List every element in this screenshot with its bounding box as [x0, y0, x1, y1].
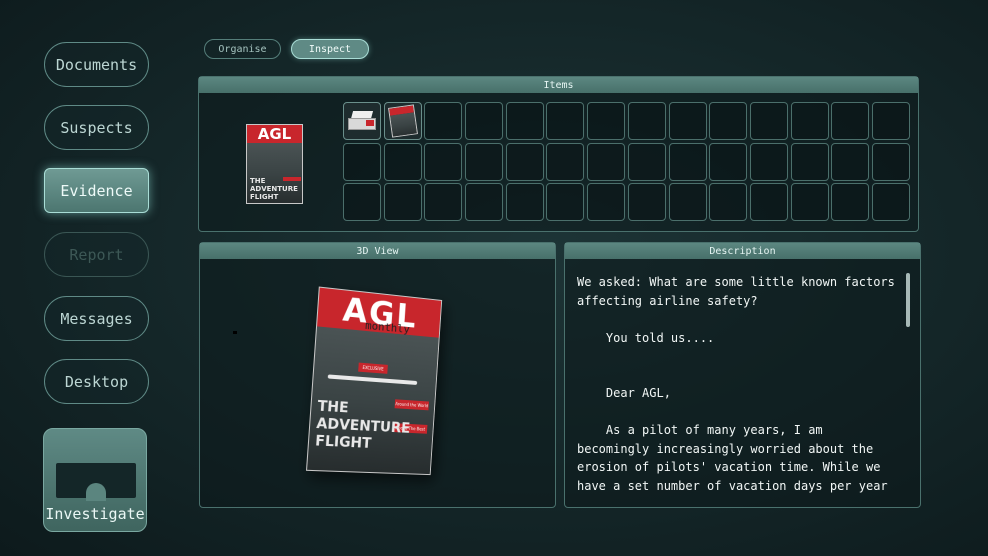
evidence-label: Evidence — [60, 182, 132, 200]
item-slot[interactable] — [343, 183, 381, 221]
item-slot[interactable] — [628, 143, 666, 181]
description-scrollbar[interactable] — [906, 273, 910, 327]
item-slot[interactable] — [546, 102, 584, 140]
magazine-headline-1: THE — [317, 398, 349, 416]
item-slot[interactable] — [791, 143, 829, 181]
item-slot[interactable] — [587, 183, 625, 221]
messages-button[interactable]: Messages — [44, 296, 149, 341]
item-slot[interactable] — [791, 102, 829, 140]
items-grid — [343, 102, 910, 221]
item-slot[interactable] — [587, 102, 625, 140]
desktop-label: Desktop — [65, 373, 128, 391]
item-slot[interactable] — [465, 143, 503, 181]
item-slot[interactable] — [628, 183, 666, 221]
documents-button[interactable]: Documents — [44, 42, 149, 87]
tab-organise-label: Organise — [218, 44, 266, 55]
description-text: We asked: What are some little known fac… — [577, 273, 899, 497]
preview-headline-3: FLIGHT — [250, 193, 278, 201]
investigate-label: Investigate — [44, 505, 146, 523]
magazine-3d-model[interactable]: AGL monthly EXCLUSIVE Around the World A… — [306, 287, 442, 476]
item-slot[interactable] — [709, 102, 747, 140]
item-slot[interactable] — [506, 102, 544, 140]
magazine-headline-3: FLIGHT — [315, 433, 372, 452]
printer-icon — [348, 111, 376, 133]
documents-label: Documents — [56, 56, 137, 74]
view-panel: 3D View AGL monthly EXCLUSIVE Around the… — [199, 242, 556, 508]
item-slot[interactable] — [384, 102, 422, 140]
item-slot[interactable] — [587, 143, 625, 181]
item-slot[interactable] — [750, 143, 788, 181]
tab-organise[interactable]: Organise — [204, 39, 281, 59]
item-slot[interactable] — [750, 102, 788, 140]
item-slot[interactable] — [546, 143, 584, 181]
preview-headline: THE ADVENTURE FLIGHT — [250, 177, 298, 201]
magazine-icon — [388, 104, 418, 137]
suspects-label: Suspects — [60, 119, 132, 137]
item-slot[interactable] — [506, 143, 544, 181]
selected-item-preview: AGL THE ADVENTURE FLIGHT — [246, 124, 303, 204]
investigate-button[interactable]: Investigate — [43, 428, 147, 532]
items-panel-title: Items — [199, 77, 918, 93]
item-slot[interactable] — [465, 102, 503, 140]
cursor-dot — [233, 331, 237, 334]
item-slot[interactable] — [424, 143, 462, 181]
item-slot[interactable] — [750, 183, 788, 221]
vr-headset-icon — [56, 463, 136, 498]
item-slot[interactable] — [709, 143, 747, 181]
report-label: Report — [69, 246, 123, 264]
item-slot[interactable] — [669, 102, 707, 140]
item-slot[interactable] — [669, 183, 707, 221]
tab-inspect[interactable]: Inspect — [291, 39, 369, 59]
item-slot[interactable] — [343, 143, 381, 181]
suspects-button[interactable]: Suspects — [44, 105, 149, 150]
preview-headline-1: THE — [250, 177, 265, 185]
item-slot[interactable] — [424, 183, 462, 221]
evidence-button[interactable]: Evidence — [44, 168, 149, 213]
item-slot[interactable] — [628, 102, 666, 140]
preview-masthead: AGL — [247, 125, 302, 143]
tab-inspect-label: Inspect — [309, 44, 351, 55]
description-panel-title: Description — [565, 243, 920, 259]
item-slot[interactable] — [384, 143, 422, 181]
magazine-headline: THE ADVENTURE FLIGHT — [315, 398, 412, 454]
item-slot[interactable] — [872, 183, 910, 221]
item-slot[interactable] — [465, 183, 503, 221]
item-slot[interactable] — [669, 143, 707, 181]
item-slot[interactable] — [384, 183, 422, 221]
item-slot[interactable] — [872, 102, 910, 140]
item-slot[interactable] — [831, 143, 869, 181]
description-panel: Description We asked: What are some litt… — [564, 242, 921, 508]
messages-label: Messages — [60, 310, 132, 328]
item-slot[interactable] — [872, 143, 910, 181]
item-slot[interactable] — [424, 102, 462, 140]
item-slot[interactable] — [343, 102, 381, 140]
item-slot[interactable] — [831, 183, 869, 221]
desktop-button[interactable]: Desktop — [44, 359, 149, 404]
items-panel: Items AGL THE ADVENTURE FLIGHT — [198, 76, 919, 232]
report-button[interactable]: Report — [44, 232, 149, 277]
item-slot[interactable] — [546, 183, 584, 221]
item-slot[interactable] — [791, 183, 829, 221]
preview-headline-2: ADVENTURE — [250, 185, 298, 193]
item-slot[interactable] — [506, 183, 544, 221]
view-panel-title: 3D View — [200, 243, 555, 259]
item-slot[interactable] — [831, 102, 869, 140]
item-slot[interactable] — [709, 183, 747, 221]
